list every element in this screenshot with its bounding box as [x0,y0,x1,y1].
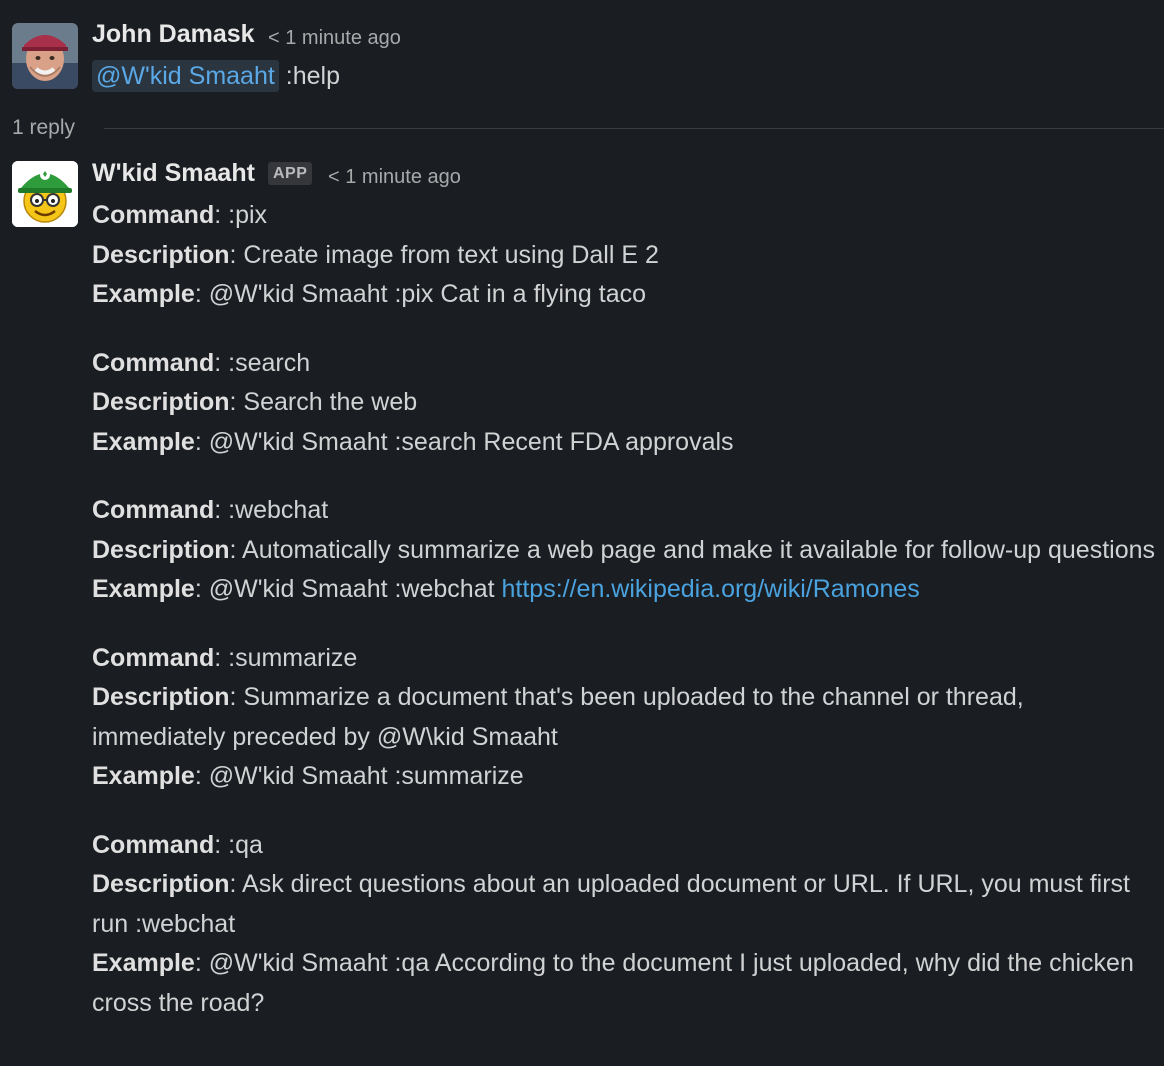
command-block: Command: :qa Description: Ask direct que… [92,826,1157,1024]
description-row: Description: Search the web [92,388,418,416]
description-row: Description: Create image from text usin… [92,240,659,269]
thread-reply-divider: 1 reply [12,114,1164,144]
command-block: Command: :search Description: Search the… [92,344,1157,463]
message-text: :help [285,62,340,90]
example-row: Example: @W'kid Smaaht :qa According to … [92,949,1134,1017]
divider-line [104,128,1164,129]
command-block: Command: :pix Description: Create image … [92,196,1157,315]
bot-message-body: Command: :pix Description: Create image … [92,196,1157,1023]
example-link[interactable]: https://en.wikipedia.org/wiki/Ramones [502,575,920,603]
description-row: Description: Summarize a document that's… [92,683,1024,751]
message-timestamp[interactable]: < 1 minute ago [328,166,461,189]
bot-name[interactable]: W'kid Smaaht [92,159,255,188]
example-row: Example: @W'kid Smaaht :summarize [92,762,524,790]
description-row: Description: Ask direct questions about … [92,870,1130,938]
command-row: Command: :qa [92,830,263,859]
command-row: Command: :webchat [92,496,329,524]
example-row: Example: @W'kid Smaaht :pix Cat in a fly… [92,280,647,308]
description-row: Description: Automatically summarize a w… [92,535,1156,564]
app-badge: APP [268,162,313,185]
command-row: Command: :search [92,348,311,377]
user-mention[interactable]: @W'kid Smaaht [92,60,279,92]
bot-smiley-avatar-icon [12,161,78,227]
reply-count[interactable]: 1 reply [12,116,75,140]
user-photo-avatar-icon [12,23,78,89]
author-name[interactable]: John Damask [92,20,255,49]
command-row: Command: :pix [92,201,268,229]
command-row: Command: :summarize [92,643,358,672]
avatar-wkid-smaaht[interactable] [12,161,78,227]
example-row: Example: @W'kid Smaaht :webchat https://… [92,575,920,603]
message-body: @W'kid Smaaht :help [92,60,340,92]
avatar-john-damask[interactable] [12,23,78,89]
command-block: Command: :summarize Description: Summari… [92,639,1157,797]
example-row: Example: @W'kid Smaaht :search Recent FD… [92,427,734,456]
command-block: Command: :webchat Description: Automatic… [92,491,1157,610]
message-timestamp[interactable]: < 1 minute ago [268,27,401,50]
